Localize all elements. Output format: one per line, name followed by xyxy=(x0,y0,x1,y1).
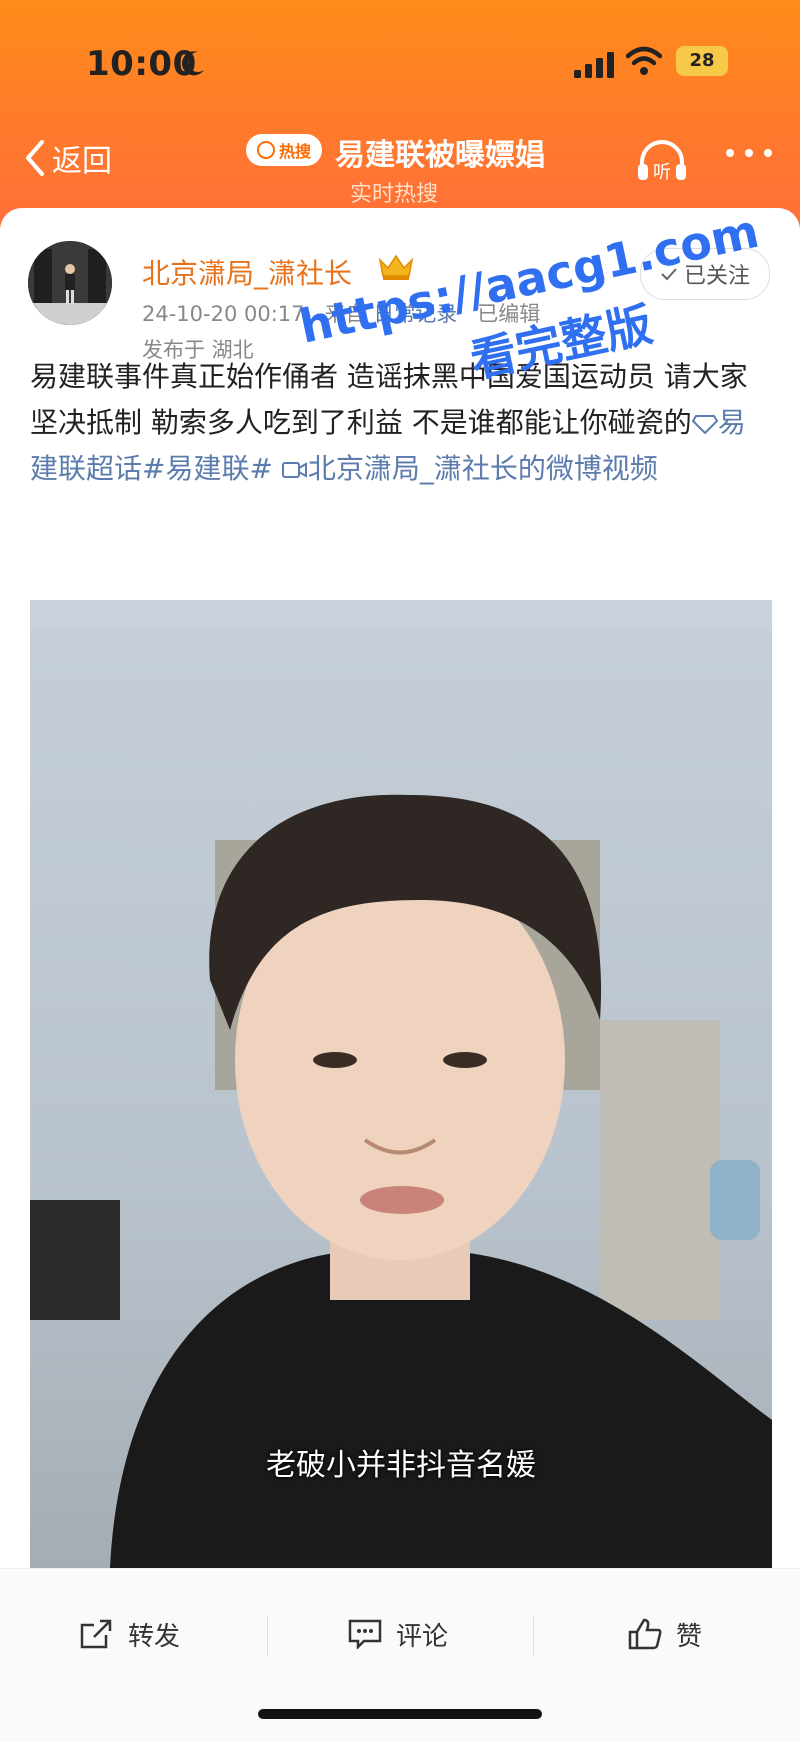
moon-icon xyxy=(182,51,204,76)
cellular-signal-icon xyxy=(574,52,614,78)
headphones-icon[interactable]: 听 xyxy=(636,136,688,184)
video-camera-icon xyxy=(281,462,307,478)
video-player[interactable]: 老破小并非抖音名媛 xyxy=(30,600,772,1568)
video-frame xyxy=(30,600,772,1568)
repost-label: 转发 xyxy=(128,1621,181,1652)
hashtag-link[interactable]: #易建联# xyxy=(142,452,273,485)
divider xyxy=(267,1617,268,1657)
like-button[interactable]: 赞 xyxy=(628,1609,702,1659)
divider xyxy=(533,1617,534,1657)
comment-icon xyxy=(348,1619,382,1649)
home-indicator[interactable] xyxy=(258,1709,542,1719)
search-icon xyxy=(256,141,275,159)
hot-search-badge: 热搜 xyxy=(246,134,322,166)
page-title: 易建联被曝嫖娼 xyxy=(335,138,545,173)
back-label: 返回 xyxy=(52,144,112,179)
wifi-icon xyxy=(626,46,662,75)
chevron-left-icon xyxy=(26,140,44,176)
video-subtitle: 老破小并非抖音名媛 xyxy=(266,1448,536,1483)
hot-badge-label: 热搜 xyxy=(278,142,311,161)
repost-button[interactable]: 转发 xyxy=(80,1609,180,1659)
thumbs-up-icon xyxy=(628,1618,662,1650)
back-button[interactable]: 返回 xyxy=(22,136,112,180)
action-bar: 转发 评论 赞 xyxy=(0,1568,800,1742)
post-timestamp: 24-10-20 00:17 xyxy=(142,302,305,326)
battery-indicator: 28 xyxy=(676,46,728,76)
comment-label: 评论 xyxy=(396,1621,449,1652)
like-label: 赞 xyxy=(676,1621,703,1652)
share-icon xyxy=(80,1619,112,1649)
page-subtitle: 实时热搜 xyxy=(350,182,439,207)
diamond-icon xyxy=(691,415,719,435)
video-link[interactable]: 北京潇局_潇社长的微博视频 xyxy=(308,452,658,485)
status-bar: 10:00 28 xyxy=(0,30,800,100)
avatar[interactable] xyxy=(28,241,112,325)
more-options-button[interactable] xyxy=(726,146,772,160)
comment-button[interactable]: 评论 xyxy=(348,1609,448,1659)
